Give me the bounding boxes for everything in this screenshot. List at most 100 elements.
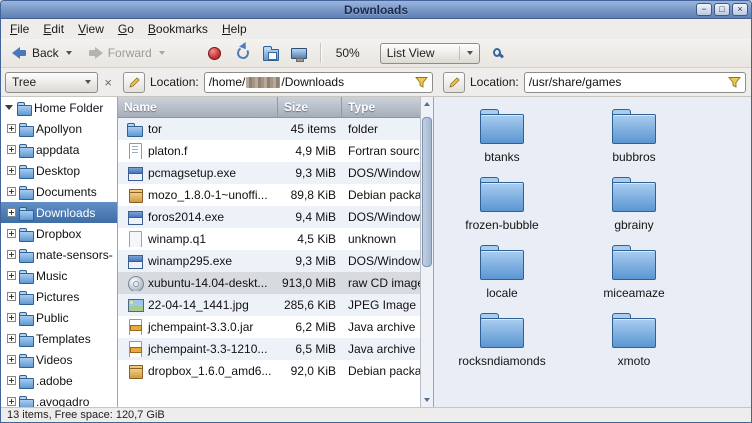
scroll-down-button[interactable] bbox=[421, 394, 433, 406]
expander-plus-icon[interactable] bbox=[7, 355, 16, 364]
folder-item-frozen-bubble[interactable]: frozen-bubble bbox=[436, 171, 568, 239]
pencil-icon bbox=[448, 76, 461, 89]
expander-plus-icon[interactable] bbox=[7, 397, 16, 406]
edit-path-button[interactable] bbox=[123, 72, 145, 93]
folder-item-btanks[interactable]: btanks bbox=[436, 103, 568, 171]
expander-plus-icon[interactable] bbox=[7, 124, 16, 133]
home-button[interactable] bbox=[258, 41, 284, 65]
folder-icon bbox=[480, 182, 524, 212]
menu-file[interactable]: File bbox=[3, 20, 36, 38]
file-manager-window: Downloads − □ × File Edit View Go Bookma… bbox=[0, 0, 752, 423]
tree-item-mate-sensors[interactable]: mate-sensors- bbox=[1, 244, 117, 265]
tree-item-documents[interactable]: Documents bbox=[1, 181, 117, 202]
expander-plus-icon[interactable] bbox=[7, 313, 16, 322]
minimize-button[interactable]: − bbox=[696, 3, 712, 16]
close-icon: × bbox=[737, 5, 742, 14]
table-row[interactable]: 22-04-14_1441.jpg 285,6 KiB JPEG Image bbox=[118, 294, 420, 316]
titlebar[interactable]: Downloads − □ × bbox=[1, 1, 751, 19]
column-header-size[interactable]: Size bbox=[278, 97, 342, 117]
table-row[interactable]: tor 45 items folder bbox=[118, 118, 420, 140]
scrollbar-thumb[interactable] bbox=[422, 117, 432, 267]
scroll-up-button[interactable] bbox=[421, 98, 433, 110]
filter-funnel-icon[interactable] bbox=[415, 76, 428, 89]
folder-item-bubbros[interactable]: bubbros bbox=[568, 103, 700, 171]
edit-path-button[interactable] bbox=[443, 72, 465, 93]
table-row[interactable]: mozo_1.8.0-1~unoffi... 89,8 KiB Debian p… bbox=[118, 184, 420, 206]
maximize-button[interactable]: □ bbox=[714, 3, 730, 16]
tree-item-avogadro[interactable]: .avogadro bbox=[1, 391, 117, 407]
menu-view[interactable]: View bbox=[71, 20, 111, 38]
table-row[interactable]: jchempaint-3.3-1210... 6,5 MiB Java arch… bbox=[118, 338, 420, 360]
column-header-type[interactable]: Type bbox=[342, 97, 420, 117]
filter-funnel-icon[interactable] bbox=[728, 76, 741, 89]
menu-help[interactable]: Help bbox=[215, 20, 254, 38]
expander-plus-icon[interactable] bbox=[7, 376, 16, 385]
chevron-down-icon bbox=[467, 51, 473, 55]
menu-go[interactable]: Go bbox=[111, 20, 141, 38]
tree-item-label: Documents bbox=[36, 185, 97, 199]
expander-open-icon[interactable] bbox=[5, 105, 13, 110]
chevron-down-icon[interactable] bbox=[66, 51, 72, 55]
folder-item-locale[interactable]: locale bbox=[436, 239, 568, 307]
folder-item-xmoto[interactable]: xmoto bbox=[568, 307, 700, 375]
file-size: 913,0 MiB bbox=[278, 276, 342, 290]
file-type: DOS/Windows ex bbox=[342, 254, 420, 268]
left-path-input[interactable]: /home/ /Downloads bbox=[204, 72, 433, 93]
table-row-selected[interactable]: xubuntu-14.04-deskt... 913,0 MiB raw CD … bbox=[118, 272, 420, 294]
tree-item-home-folder[interactable]: Home Folder bbox=[1, 97, 117, 118]
tree-item-public[interactable]: Public bbox=[1, 307, 117, 328]
table-row[interactable]: jchempaint-3.3.0.jar 6,2 MiB Java archiv… bbox=[118, 316, 420, 338]
tree-item-apollyon[interactable]: Apollyon bbox=[1, 118, 117, 139]
view-mode-select[interactable]: List View bbox=[380, 43, 480, 64]
forward-button[interactable]: Forward bbox=[81, 43, 172, 63]
right-path-input[interactable]: /usr/share/games bbox=[524, 72, 746, 93]
table-row[interactable]: foros2014.exe 9,4 MiB DOS/Windows e bbox=[118, 206, 420, 228]
search-button[interactable] bbox=[482, 41, 508, 65]
expander-plus-icon[interactable] bbox=[7, 208, 16, 217]
tree-item-desktop[interactable]: Desktop bbox=[1, 160, 117, 181]
tree-item-adobe[interactable]: .adobe bbox=[1, 370, 117, 391]
expander-plus-icon[interactable] bbox=[7, 166, 16, 175]
tree-item-dropbox[interactable]: Dropbox bbox=[1, 223, 117, 244]
stop-button[interactable] bbox=[202, 41, 228, 65]
expander-plus-icon[interactable] bbox=[7, 292, 16, 301]
tree-item-label: .avogadro bbox=[36, 395, 89, 408]
folder-item-gbrainy[interactable]: gbrainy bbox=[568, 171, 700, 239]
expander-plus-icon[interactable] bbox=[7, 229, 16, 238]
tree-item-pictures[interactable]: Pictures bbox=[1, 286, 117, 307]
expander-plus-icon[interactable] bbox=[7, 334, 16, 343]
desktop-icon bbox=[291, 48, 307, 59]
table-row[interactable]: dropbox_1.6.0_amd6... 92,0 KiB Debian pa… bbox=[118, 360, 420, 382]
desktop-button[interactable] bbox=[286, 41, 312, 65]
path-prefix: /home/ bbox=[209, 75, 246, 89]
location-row: Tree × Location: /home/ /Downloads bbox=[1, 68, 751, 97]
table-row[interactable]: winamp295.exe 9,3 MiB DOS/Windows ex bbox=[118, 250, 420, 272]
vertical-scrollbar[interactable] bbox=[420, 97, 433, 407]
tree-item-downloads[interactable]: Downloads bbox=[1, 202, 117, 223]
table-row[interactable]: pcmagsetup.exe 9,3 MiB DOS/Windows e bbox=[118, 162, 420, 184]
table-row[interactable]: platon.f 4,9 MiB Fortran source co bbox=[118, 140, 420, 162]
file-rows: tor 45 items folder platon.f 4,9 MiB For… bbox=[118, 118, 420, 407]
chevron-down-icon[interactable] bbox=[159, 51, 165, 55]
expander-plus-icon[interactable] bbox=[7, 271, 16, 280]
expander-plus-icon[interactable] bbox=[7, 187, 16, 196]
expander-plus-icon[interactable] bbox=[7, 145, 16, 154]
back-button[interactable]: Back bbox=[5, 43, 79, 63]
reload-button[interactable] bbox=[230, 41, 256, 65]
tree-item-templates[interactable]: Templates bbox=[1, 328, 117, 349]
close-button[interactable]: × bbox=[732, 3, 748, 16]
table-row[interactable]: winamp.q1 4,5 KiB unknown bbox=[118, 228, 420, 250]
file-name: 22-04-14_1441.jpg bbox=[148, 298, 249, 312]
tree-item-appdata[interactable]: appdata bbox=[1, 139, 117, 160]
close-sidebar-button[interactable]: × bbox=[102, 76, 114, 89]
folder-item-miceamaze[interactable]: miceamaze bbox=[568, 239, 700, 307]
menu-edit[interactable]: Edit bbox=[36, 20, 71, 38]
folder-item-rocksndiamonds[interactable]: rocksndiamonds bbox=[436, 307, 568, 375]
tree-item-videos[interactable]: Videos bbox=[1, 349, 117, 370]
menu-bookmarks[interactable]: Bookmarks bbox=[141, 20, 215, 38]
expander-plus-icon[interactable] bbox=[7, 250, 16, 259]
unknown-file-icon bbox=[127, 231, 143, 247]
sidebar-mode-select[interactable]: Tree bbox=[5, 72, 98, 93]
tree-item-music[interactable]: Music bbox=[1, 265, 117, 286]
column-header-name[interactable]: Name bbox=[118, 97, 278, 117]
